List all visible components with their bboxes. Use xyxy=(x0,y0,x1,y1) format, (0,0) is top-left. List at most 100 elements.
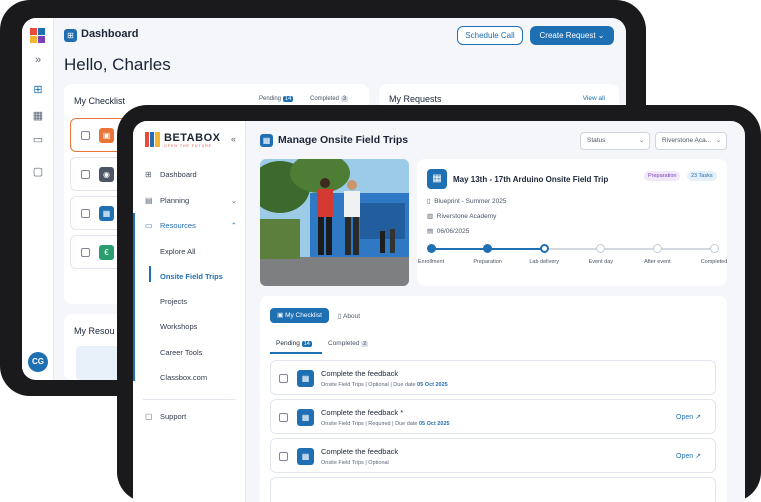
chevron-down-icon: ⌄ xyxy=(638,138,644,144)
sidebar-item-planning[interactable]: ▤ Planning ⌄ xyxy=(145,196,237,205)
field-trip-photo xyxy=(260,159,409,286)
progress-step-label: Completed xyxy=(700,259,728,265)
map-icon: ▦ xyxy=(260,134,273,147)
checkbox[interactable] xyxy=(279,452,288,461)
task-icon: ▣ xyxy=(99,128,114,143)
open-label: Open xyxy=(676,453,694,460)
completed-count: 3 xyxy=(340,96,349,102)
tasks-badge: 23 Tasks xyxy=(687,171,717,181)
calendar-icon: ▤ xyxy=(145,196,153,205)
checklist-title: My Checklist xyxy=(74,96,126,106)
task-row[interactable] xyxy=(270,477,716,502)
task-row[interactable]: ▦ Complete the feedback * Onsite Field T… xyxy=(270,399,716,434)
pending-count: 14 xyxy=(282,96,294,102)
checkbox[interactable] xyxy=(81,248,90,257)
dashboard-header-icon: ⊞ xyxy=(64,29,77,42)
tab-completed-label: Completed xyxy=(328,340,360,347)
open-label: Open xyxy=(676,414,694,421)
briefcase-icon[interactable]: ▭ xyxy=(30,132,46,148)
blueprint-row: ▯ Blueprint - Summer 2025 xyxy=(427,197,506,205)
sidebar-item-label: Support xyxy=(160,412,187,421)
calendar-icon: ▤ xyxy=(427,228,434,235)
header-title: Dashboard xyxy=(81,28,139,40)
sidebar-item-explore-all[interactable]: Explore All xyxy=(160,247,195,256)
task-meta: Onsite Field Trips | Optional xyxy=(321,460,389,466)
sidebar-item-label: Dashboard xyxy=(160,170,197,179)
sidebar-item-resources[interactable]: ▭ Resources ⌃ xyxy=(145,221,237,230)
task-icon: ▦ xyxy=(99,206,114,221)
sidebar-item-label: Planning xyxy=(160,196,190,205)
tab-pending[interactable]: Pending 14 xyxy=(276,340,312,347)
school-select-value: Riverstone Aca... xyxy=(662,137,712,144)
open-button[interactable]: Open ↗ xyxy=(676,413,701,421)
sidebar-item-classbox[interactable]: Classbox.com xyxy=(160,373,207,382)
chat-icon: ▢ xyxy=(145,412,153,421)
tab-about-label: About xyxy=(343,313,361,320)
checkbox[interactable] xyxy=(279,413,288,422)
create-request-label: Create Request xyxy=(539,31,596,40)
greeting: Hello, Charles xyxy=(64,55,171,74)
dashboard-icon[interactable]: ⊞ xyxy=(30,82,46,98)
tab-my-checklist[interactable]: ▣ My Checklist xyxy=(270,308,329,323)
briefcase-icon: ▭ xyxy=(145,221,153,230)
progress-step-after-event xyxy=(652,244,662,253)
task-title: Complete the feedback * xyxy=(321,408,404,417)
school-text: Riverstone Academy xyxy=(436,213,497,220)
front-tablet-screen: BETABOX OPEN THE FUTURE « ⊞ Dashboard ▤ Pl… xyxy=(133,121,745,502)
map-icon: ▦ xyxy=(297,409,314,426)
task-requirement: Optional xyxy=(368,382,389,388)
chevron-down-icon: ⌄ xyxy=(597,31,605,40)
brand-tagline: OPEN THE FUTURE xyxy=(164,144,212,148)
task-category: Onsite Field Trips xyxy=(321,421,364,427)
chat-icon[interactable]: ▢ xyxy=(30,164,46,180)
checkbox[interactable] xyxy=(81,170,90,179)
checklist-icon: ▣ xyxy=(277,312,284,319)
checkbox[interactable] xyxy=(279,374,288,383)
school-row: ▥ Riverstone Academy xyxy=(427,212,496,220)
sidebar-item-onsite-field-trips[interactable]: Onsite Field Trips xyxy=(160,272,223,281)
school-select[interactable]: Riverstone Aca... ⌄ xyxy=(655,132,727,150)
sidebar-item-workshops[interactable]: Workshops xyxy=(160,322,197,331)
collapse-icon[interactable]: « xyxy=(231,134,236,144)
expand-icon[interactable]: » xyxy=(30,52,46,68)
map-icon: ▦ xyxy=(297,370,314,387)
date-row: ▤ 06/06/2025 xyxy=(427,227,469,235)
task-icon: ◉ xyxy=(99,167,114,182)
building-icon: ▥ xyxy=(427,213,434,220)
sidebar-item-support[interactable]: ▢ Support xyxy=(145,412,186,421)
divider xyxy=(143,399,236,400)
tab-completed[interactable]: Completed 3 xyxy=(310,96,349,102)
create-request-button[interactable]: Create Request ⌄ xyxy=(530,26,614,45)
tab-completed[interactable]: Completed 2 xyxy=(328,340,369,347)
requests-title: My Requests xyxy=(389,94,442,104)
task-category: Onsite Field Trips xyxy=(321,460,364,466)
view-all-link[interactable]: View all xyxy=(583,95,605,102)
checkbox[interactable] xyxy=(81,131,90,140)
sidebar-item-career-tools[interactable]: Career Tools xyxy=(160,348,202,357)
due-date: 05 Oct 2025 xyxy=(417,382,448,388)
status-select-value: Status xyxy=(587,137,606,144)
brand-name: BETABOX xyxy=(164,132,221,144)
status-select[interactable]: Status ⌄ xyxy=(580,132,650,150)
map-icon[interactable]: ▦ xyxy=(30,108,46,124)
schedule-call-button[interactable]: Schedule Call xyxy=(457,26,523,45)
sidebar-item-dashboard[interactable]: ⊞ Dashboard xyxy=(145,170,197,179)
checkbox[interactable] xyxy=(81,209,90,218)
field-trip-card: ▦ May 13th - 17th Arduino Onsite Field T… xyxy=(417,159,727,286)
tab-about[interactable]: ▯ About xyxy=(338,312,360,320)
sidebar-item-projects[interactable]: Projects xyxy=(160,297,187,306)
tab-pending-label: Pending xyxy=(259,96,282,102)
task-row[interactable]: ▦ Complete the feedback Onsite Field Tri… xyxy=(270,360,716,395)
avatar[interactable]: CG xyxy=(28,352,48,372)
active-tab-underline xyxy=(270,352,322,354)
open-button[interactable]: Open ↗ xyxy=(676,452,701,460)
progress-step-completed xyxy=(709,244,719,253)
map-icon: ▦ xyxy=(427,169,447,189)
brand-logo xyxy=(145,132,160,147)
tab-pending[interactable]: Pending 14 xyxy=(259,96,294,102)
task-title: Complete the feedback xyxy=(321,369,399,378)
progress-step-preparation xyxy=(483,244,493,253)
task-row[interactable]: ▦ Complete the feedback Onsite Field Tri… xyxy=(270,438,716,473)
progress-step-event-day xyxy=(596,244,606,253)
progress-step-label: Preparation xyxy=(473,259,502,265)
